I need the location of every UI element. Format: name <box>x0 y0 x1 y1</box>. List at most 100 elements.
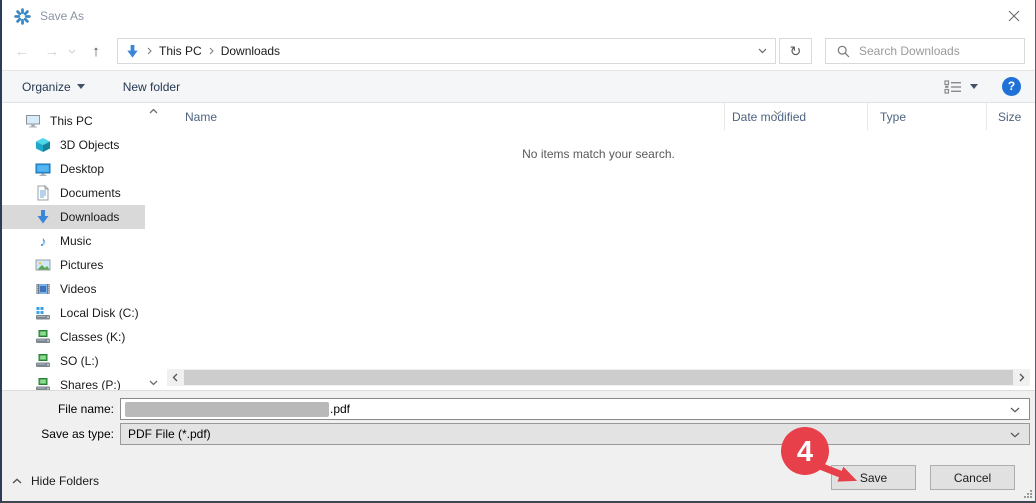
sidebar-item-3d-objects[interactable]: 3D Objects <box>2 133 145 157</box>
hard-drive-icon <box>35 305 51 321</box>
sidebar-item-desktop[interactable]: Desktop <box>2 157 145 181</box>
breadcrumb-this-pc[interactable]: This PC <box>159 44 202 58</box>
address-bar[interactable]: This PC Downloads <box>117 38 776 64</box>
sidebar-item-label: Documents <box>60 186 121 200</box>
command-toolbar: Organize New folder <box>2 70 1035 103</box>
chevron-down-icon[interactable] <box>1010 427 1020 441</box>
sidebar-item-label: Shares (P:) <box>60 378 121 390</box>
resize-grip-icon[interactable] <box>1023 489 1033 499</box>
sidebar-item-pictures[interactable]: Pictures <box>2 253 145 277</box>
sidebar-item-music[interactable]: ♪ Music <box>2 229 145 253</box>
hide-folders-label: Hide Folders <box>31 474 99 488</box>
sidebar-item-label: 3D Objects <box>60 138 119 152</box>
forward-button[interactable]: → <box>40 43 64 60</box>
column-label: Size <box>998 110 1021 124</box>
column-label: Date modified <box>732 110 806 124</box>
scroll-up-icon[interactable] <box>149 108 158 114</box>
navigation-bar: ← → ↑ This PC Downloads ↻ <box>2 32 1035 70</box>
file-name-label: File name: <box>2 402 120 416</box>
sidebar-item-label: SO (L:) <box>60 354 99 368</box>
breadcrumb-downloads[interactable]: Downloads <box>221 44 280 58</box>
column-header-date-modified[interactable]: Date modified <box>725 103 868 130</box>
chevron-down-icon <box>77 84 85 89</box>
save-as-type-value: PDF File (*.pdf) <box>128 427 211 441</box>
scrollbar-thumb[interactable] <box>184 370 1013 385</box>
sidebar-item-so-l[interactable]: SO (L:) <box>2 349 145 373</box>
empty-list-message: No items match your search. <box>162 147 1035 161</box>
scroll-down-icon[interactable] <box>149 380 158 386</box>
sidebar-item-downloads[interactable]: Downloads <box>2 205 145 229</box>
column-label: Name <box>185 110 217 124</box>
change-view-button[interactable] <box>944 80 978 94</box>
chevron-down-icon <box>970 84 978 89</box>
sidebar-scrollbar[interactable] <box>145 103 162 390</box>
sidebar-item-label: Local Disk (C:) <box>60 306 139 320</box>
breadcrumb-separator-icon <box>209 47 214 55</box>
music-note-icon: ♪ <box>35 233 51 249</box>
sidebar-item-local-disk-c[interactable]: Local Disk (C:) <box>2 301 145 325</box>
3d-cube-icon <box>35 137 51 153</box>
recent-locations-chevron-icon[interactable] <box>64 46 80 56</box>
search-input[interactable] <box>859 44 1024 58</box>
sidebar-item-label: This PC <box>50 114 93 128</box>
download-icon <box>35 209 51 225</box>
sidebar-item-classes-k[interactable]: Classes (K:) <box>2 325 145 349</box>
column-label: Type <box>880 110 906 124</box>
refresh-button[interactable]: ↻ <box>779 38 812 64</box>
save-as-type-row: Save as type: PDF File (*.pdf) <box>2 423 1030 445</box>
document-icon <box>35 185 51 201</box>
address-dropdown-chevron-icon[interactable] <box>749 39 775 63</box>
sidebar-item-label: Desktop <box>60 162 104 176</box>
back-button[interactable]: ← <box>10 43 34 60</box>
film-icon <box>35 281 51 297</box>
save-as-dialog: Save As ← → ↑ This PC Downloads <box>0 0 1036 503</box>
save-button[interactable]: Save <box>831 465 916 490</box>
computer-icon <box>25 113 41 129</box>
sidebar-item-label: Classes (K:) <box>60 330 125 344</box>
column-header-size[interactable]: Size <box>987 103 1035 130</box>
file-name-extension: .pdf <box>330 402 350 416</box>
sort-indicator-icon <box>773 104 782 118</box>
scroll-right-icon[interactable] <box>1014 373 1030 382</box>
horizontal-scrollbar[interactable] <box>167 369 1030 386</box>
picture-icon <box>35 257 51 273</box>
new-folder-button[interactable]: New folder <box>123 80 180 94</box>
chevron-down-icon[interactable] <box>1010 402 1020 416</box>
new-folder-label: New folder <box>123 80 180 94</box>
sidebar-item-this-pc[interactable]: This PC <box>2 109 145 133</box>
network-drive-icon <box>35 353 51 369</box>
search-icon <box>837 45 850 58</box>
hide-folders-button[interactable]: Hide Folders <box>12 474 99 488</box>
cancel-button[interactable]: Cancel <box>930 465 1015 490</box>
window-title: Save As <box>40 9 84 23</box>
sidebar-item-label: Videos <box>60 282 96 296</box>
save-as-type-select[interactable]: PDF File (*.pdf) <box>120 423 1030 445</box>
search-box[interactable] <box>825 38 1025 64</box>
sidebar-item-label: Music <box>60 234 91 248</box>
scroll-left-icon[interactable] <box>167 373 183 382</box>
file-name-row: File name: .pdf <box>2 398 1030 420</box>
save-controls-panel: File name: .pdf Save as type: PDF File (… <box>2 390 1035 501</box>
sidebar-item-videos[interactable]: Videos <box>2 277 145 301</box>
downloads-arrow-icon <box>125 44 140 59</box>
sidebar-item-documents[interactable]: Documents <box>2 181 145 205</box>
up-button[interactable]: ↑ <box>84 43 108 60</box>
organize-button[interactable]: Organize <box>22 80 85 94</box>
save-as-type-label: Save as type: <box>2 427 120 441</box>
details-view-icon <box>944 80 962 94</box>
column-header-name[interactable]: Name <box>162 103 725 130</box>
sidebar-item-label: Downloads <box>60 210 119 224</box>
help-icon[interactable]: ? <box>1002 77 1021 96</box>
dialog-body: This PC 3D Objects Desktop Documents <box>2 103 1035 390</box>
column-header-type[interactable]: Type <box>868 103 987 130</box>
column-headers: Name Date modified Type Size <box>162 103 1035 130</box>
sidebar-item-shares-p[interactable]: Shares (P:) <box>2 373 145 390</box>
breadcrumb-separator-icon <box>147 47 152 55</box>
close-icon[interactable] <box>999 4 1029 28</box>
file-name-input[interactable]: .pdf <box>120 398 1030 420</box>
redacted-file-name <box>125 402 329 417</box>
folder-tree-sidebar: This PC 3D Objects Desktop Documents <box>2 103 145 390</box>
desktop-icon <box>35 161 51 177</box>
chevron-up-icon <box>12 478 22 484</box>
network-drive-icon <box>35 329 51 345</box>
